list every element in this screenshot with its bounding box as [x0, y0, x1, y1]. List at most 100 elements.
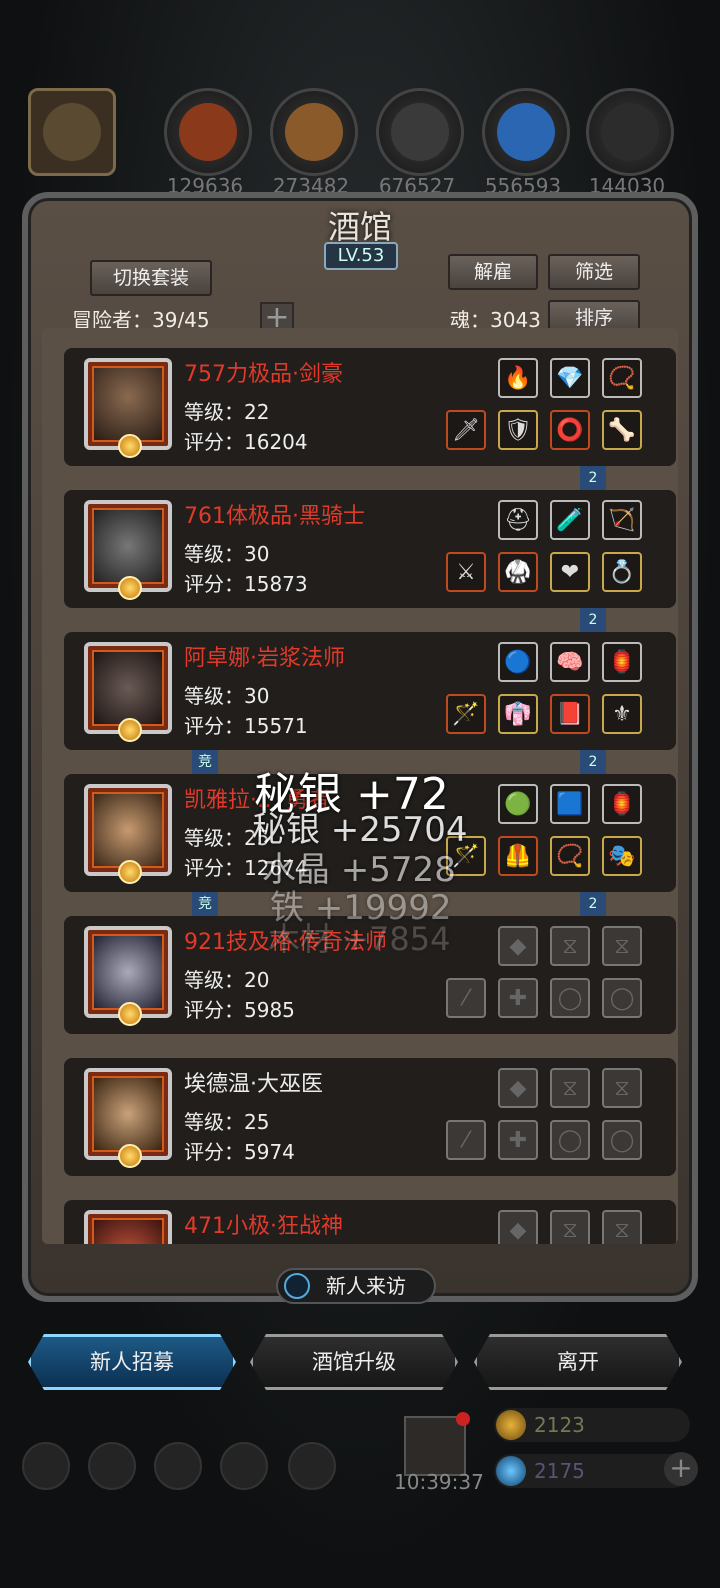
staff-icon[interactable]: 🪄	[446, 694, 486, 734]
resource-tabs: 129636 273482 676527 556593 144030	[20, 88, 700, 198]
hero-name: 阿卓娜·岩浆法师	[184, 646, 345, 671]
hero-card[interactable]: 阿卓娜·岩浆法师 等级：30 评分：15571 🔵 🧠 🏮 🪄 👘 📕 ⚜	[64, 632, 676, 750]
green-gem-icon[interactable]: 🟢	[498, 784, 538, 824]
lantern-icon[interactable]: 🏮	[602, 642, 642, 682]
gain-text: 木材 +7854	[268, 920, 451, 958]
empty-slot-icon[interactable]: ✚	[498, 978, 538, 1018]
iron-tab[interactable]	[376, 88, 464, 176]
armor-icon[interactable]: 🦺	[498, 836, 538, 876]
tavern-icon	[43, 103, 101, 161]
hero-name: 埃德温·大巫医	[184, 1072, 323, 1097]
amulet-icon[interactable]: 📿	[550, 836, 590, 876]
gear-icon[interactable]	[22, 1442, 70, 1490]
empty-slot-icon[interactable]: ◆	[498, 1210, 538, 1244]
bracelet-icon[interactable]: 🟦	[550, 784, 590, 824]
gold-counter: 2123	[494, 1408, 690, 1442]
hero-name: 761体极品·黑骑士	[184, 504, 365, 529]
empty-slot-icon[interactable]: ⧖	[550, 1210, 590, 1244]
hero-portrait	[84, 642, 172, 742]
hero-portrait	[84, 1210, 172, 1244]
tavern-upgrade-button[interactable]: 酒馆升级	[250, 1334, 458, 1390]
empty-slot-icon[interactable]: ◯	[602, 978, 642, 1018]
stone-icon	[601, 103, 659, 161]
add-currency-button[interactable]: +	[664, 1452, 698, 1486]
star-icon[interactable]	[88, 1442, 136, 1490]
star-badge-icon	[118, 718, 142, 742]
castle-icon[interactable]	[154, 1442, 202, 1490]
filter-button[interactable]: 筛选	[548, 254, 640, 290]
empty-slot-icon[interactable]: ◯	[550, 1120, 590, 1160]
sword-icon[interactable]: 🗡	[446, 410, 486, 450]
tavern-tab[interactable]	[28, 88, 116, 176]
empty-slot-icon[interactable]: ◯	[550, 978, 590, 1018]
gem-value: 2175	[534, 1459, 585, 1483]
gift-icon[interactable]	[404, 1412, 470, 1476]
stone-tab[interactable]	[586, 88, 674, 176]
hero-name: 757力极品·剑豪	[184, 362, 343, 387]
empty-slot-icon[interactable]: ⁄	[446, 978, 486, 1018]
ore-icon	[179, 103, 237, 161]
purple-gem-icon[interactable]: 💎	[550, 358, 590, 398]
hero-name: 471小极·狂战神	[184, 1214, 343, 1239]
book-icon[interactable]: 📕	[550, 694, 590, 734]
hero-card[interactable]: 471小极·狂战神 ◆ ⧖ ⧖	[64, 1200, 676, 1244]
empty-slot-icon[interactable]: ⁄	[446, 1120, 486, 1160]
ring-icon[interactable]: ⭕	[550, 410, 590, 450]
heart-icon[interactable]: ❤	[550, 552, 590, 592]
tavern-panel: 酒馆 LV.53 切换套装 解雇 筛选 冒险者：39/45 + 魂：3043 排…	[22, 192, 698, 1302]
bracer-icon[interactable]: 🦴	[602, 410, 642, 450]
hero-portrait	[84, 784, 172, 884]
book-icon[interactable]	[220, 1442, 268, 1490]
helmet-icon[interactable]: ⛑	[498, 500, 538, 540]
empty-slot-icon[interactable]: ⧖	[550, 1068, 590, 1108]
empty-slot-icon[interactable]: ⧖	[602, 926, 642, 966]
tavern-level: LV.53	[324, 242, 398, 270]
lantern-icon[interactable]: 🏮	[602, 784, 642, 824]
clock-icon	[284, 1273, 310, 1299]
hero-card[interactable]: 埃德温·大巫医 等级：25 评分：5974 ◆ ⧖ ⧖ ⁄ ✚ ◯ ◯	[64, 1058, 676, 1176]
scepter-icon[interactable]: ⚜	[602, 694, 642, 734]
grid-icon[interactable]	[288, 1442, 336, 1490]
switch-set-button[interactable]: 切换套装	[90, 260, 212, 296]
new-visitor-label: 新人来访	[326, 1274, 406, 1298]
brain-icon[interactable]: 🧠	[550, 642, 590, 682]
armor-icon[interactable]: 🥋	[498, 552, 538, 592]
gift-timer: 10:39:37	[394, 1470, 484, 1494]
empty-slot-icon[interactable]: ◆	[498, 1068, 538, 1108]
potion-icon[interactable]: 🧪	[550, 500, 590, 540]
recruit-button[interactable]: 新人招募	[28, 1334, 236, 1390]
hero-level: 等级：20	[184, 968, 270, 992]
hero-level: 等级：25	[184, 1110, 270, 1134]
sword-icon[interactable]: ⚔	[446, 552, 486, 592]
ore-tab[interactable]	[164, 88, 252, 176]
empty-slot-icon[interactable]: ⧖	[550, 926, 590, 966]
wood-tab[interactable]	[270, 88, 358, 176]
hero-card[interactable]: 761体极品·黑骑士 等级：30 评分：15873 ⛑ 🧪 🏹 ⚔ 🥋 ❤ 💍	[64, 490, 676, 608]
mask-icon[interactable]: 🎭	[602, 836, 642, 876]
hero-portrait	[84, 500, 172, 600]
empty-slot-icon[interactable]: ⧖	[602, 1210, 642, 1244]
empty-slot-icon[interactable]: ◯	[602, 1120, 642, 1160]
orb-icon[interactable]: 🔵	[498, 642, 538, 682]
empty-slot-icon[interactable]: ✚	[498, 1120, 538, 1160]
amulet-icon[interactable]: 📿	[602, 358, 642, 398]
fire-gem-icon[interactable]: 🔥	[498, 358, 538, 398]
ring-icon[interactable]: 💍	[602, 552, 642, 592]
robe-icon[interactable]: 👘	[498, 694, 538, 734]
star-badge-icon	[118, 1144, 142, 1168]
hero-card[interactable]: 757力极品·剑豪 等级：22 评分：16204 🔥 💎 📿 🗡 🛡 ⭕ 🦴	[64, 348, 676, 466]
hero-score: 评分：5974	[184, 1140, 295, 1164]
empty-slot-icon[interactable]: ⧖	[602, 1068, 642, 1108]
dismiss-button[interactable]: 解雇	[448, 254, 538, 290]
star-badge-icon	[118, 434, 142, 458]
hero-level: 等级：30	[184, 542, 270, 566]
empty-slot-icon[interactable]: ◆	[498, 926, 538, 966]
crystal-tab[interactable]	[482, 88, 570, 176]
blue-gem-icon	[496, 1456, 526, 1486]
bow-icon[interactable]: 🏹	[602, 500, 642, 540]
leave-button[interactable]: 离开	[474, 1334, 682, 1390]
star-badge-icon	[118, 1002, 142, 1026]
crystal-icon	[497, 103, 555, 161]
armor-icon[interactable]: 🛡	[498, 410, 538, 450]
new-visitor-button[interactable]: 新人来访	[276, 1268, 436, 1304]
